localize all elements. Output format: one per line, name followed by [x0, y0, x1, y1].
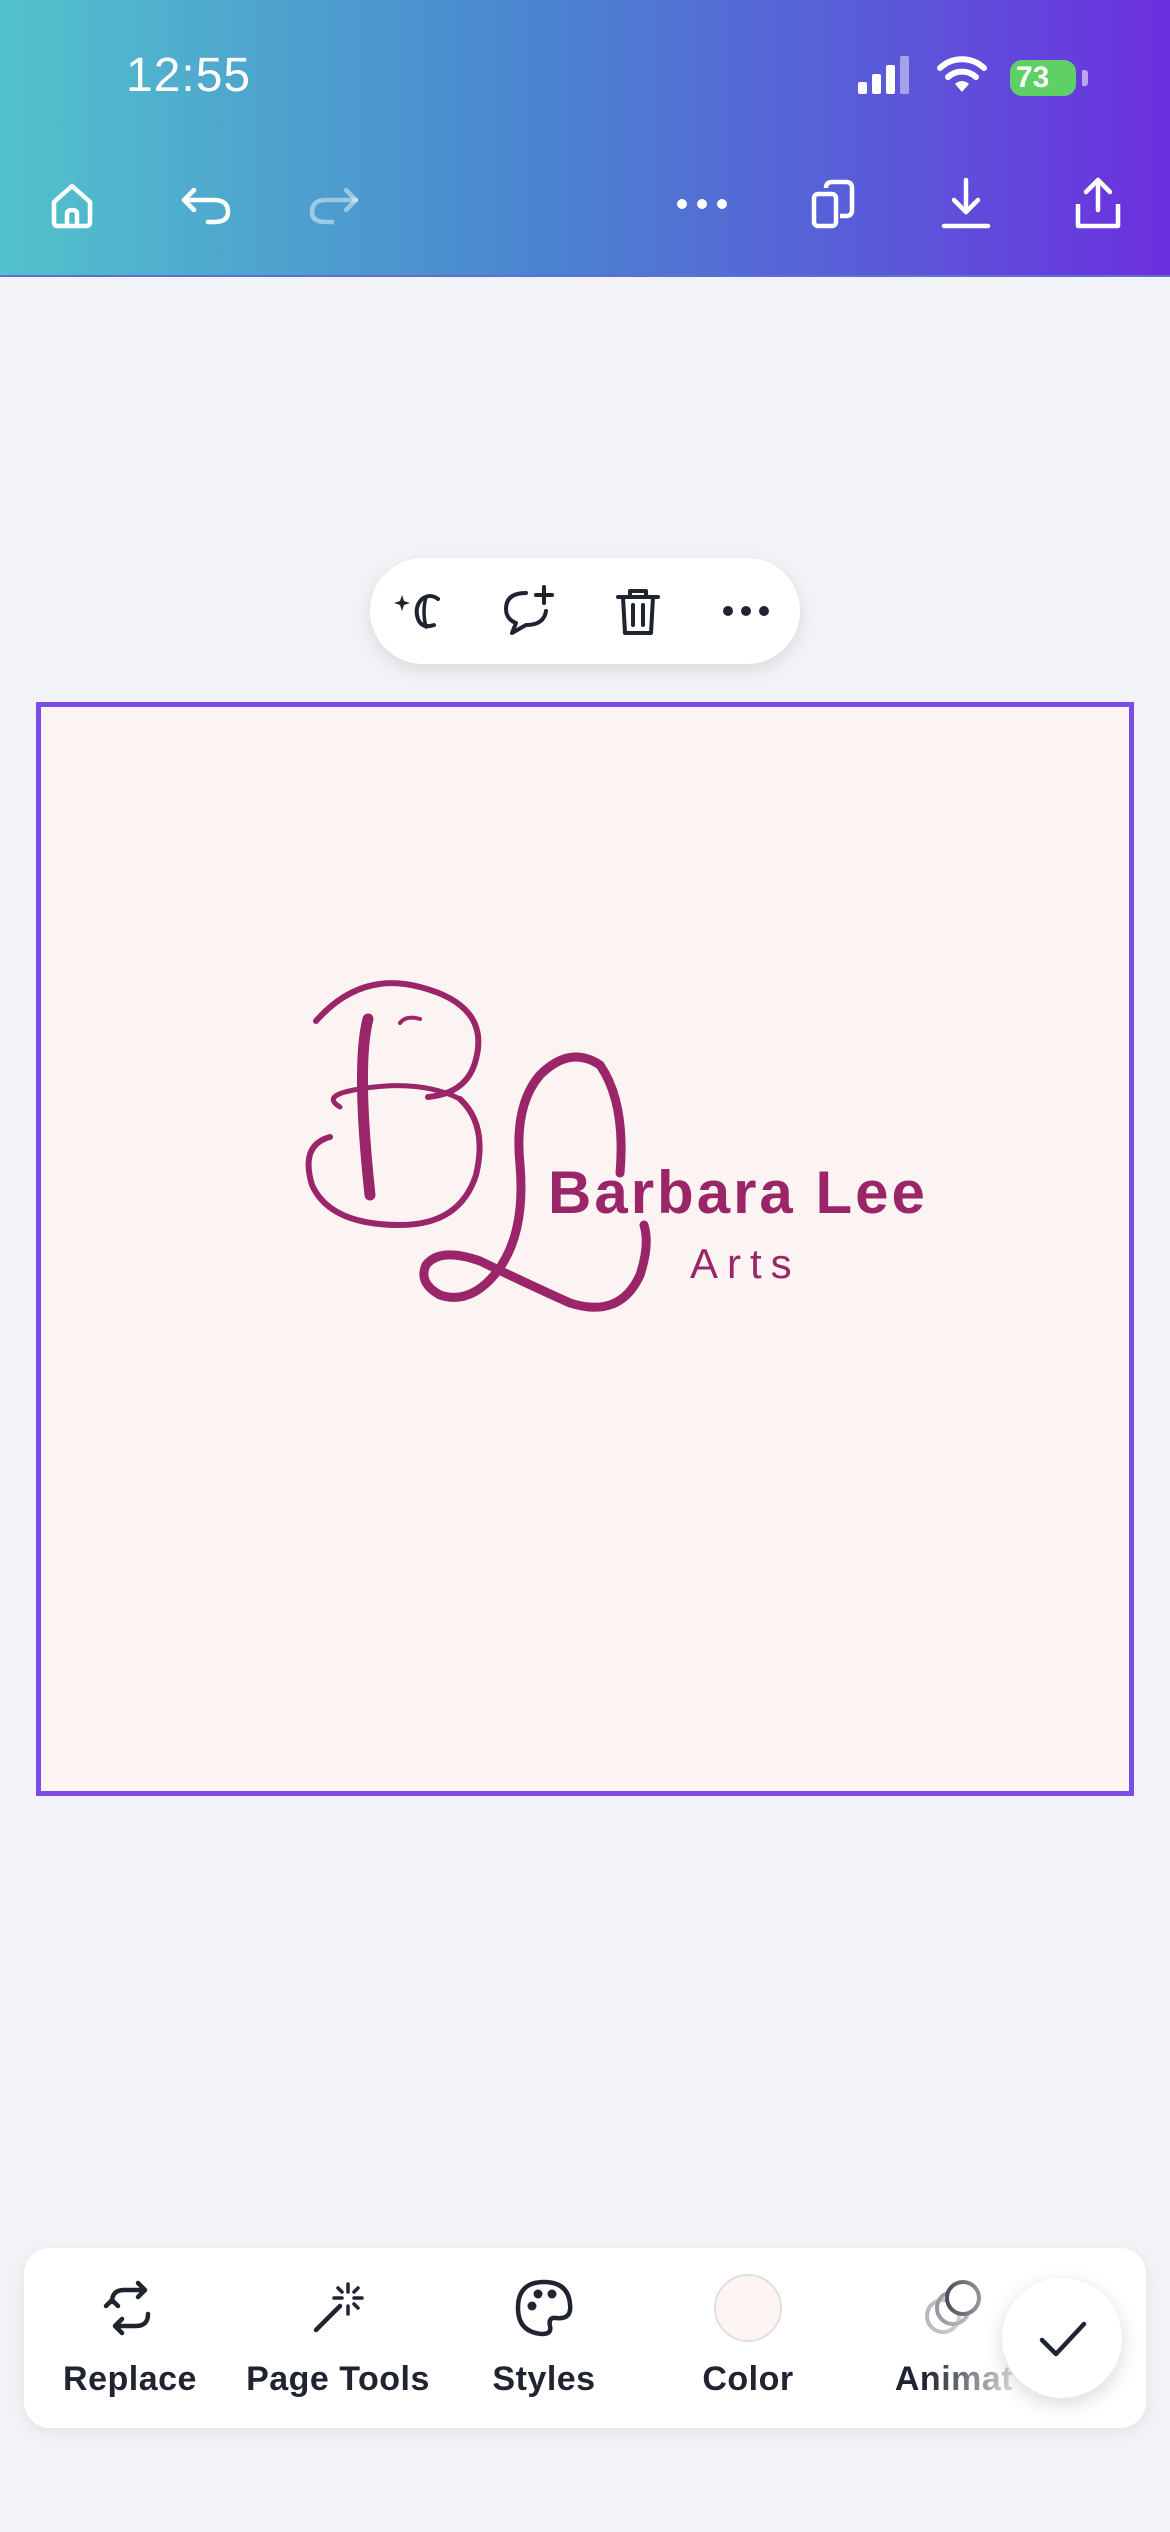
styles-tool[interactable]: Styles: [444, 2248, 644, 2428]
magic-edit-icon: [394, 594, 440, 629]
download-icon: [941, 177, 991, 229]
delete-button[interactable]: [608, 581, 668, 641]
status-time: 12:55: [126, 49, 252, 102]
battery-tip: [1082, 70, 1088, 86]
replace-icon: [95, 2273, 165, 2343]
more-icon: [677, 199, 727, 209]
magic-wand-icon: [303, 2273, 373, 2343]
delete-icon: [616, 589, 660, 635]
brand-name: Barbara Lee: [548, 1159, 928, 1226]
more-icon: [723, 606, 769, 616]
redo-button[interactable]: [298, 168, 370, 240]
checkmark-icon: [1039, 2321, 1087, 2357]
share-icon: [1075, 177, 1121, 229]
element-more-button[interactable]: [716, 581, 776, 641]
undo-button[interactable]: [170, 168, 242, 240]
color-tool[interactable]: Color: [648, 2248, 848, 2428]
add-comment-icon: [504, 585, 554, 635]
top-app-bar: 12:55 73: [0, 0, 1170, 277]
pages-button[interactable]: [798, 168, 870, 240]
done-button[interactable]: [1002, 2278, 1122, 2398]
replace-label: Replace: [63, 2360, 197, 2398]
color-label: Color: [702, 2360, 794, 2398]
share-button[interactable]: [1062, 168, 1134, 240]
magic-edit-button[interactable]: [390, 581, 450, 641]
battery-percent: 73: [1016, 61, 1050, 94]
bottom-tools-bar: Replace Page Tools Styles Color Animat: [24, 2248, 1146, 2428]
more-options-button[interactable]: [666, 168, 738, 240]
redo-icon: [309, 187, 359, 225]
page-tools-tool[interactable]: Page Tools: [238, 2248, 438, 2428]
replace-tool[interactable]: Replace: [30, 2248, 230, 2428]
cellular-signal-icon: [858, 56, 909, 94]
wifi-icon: [937, 56, 987, 92]
palette-icon: [509, 2273, 579, 2343]
home-icon: [51, 183, 93, 229]
page-tools-label: Page Tools: [246, 2360, 430, 2398]
home-button[interactable]: [36, 168, 108, 240]
element-context-toolbar: [370, 558, 800, 664]
styles-label: Styles: [492, 2360, 596, 2398]
undo-icon: [181, 187, 231, 225]
download-button[interactable]: [930, 168, 1002, 240]
add-comment-button[interactable]: [498, 581, 558, 641]
battery-indicator: 73: [1010, 60, 1076, 96]
color-swatch: [713, 2273, 783, 2343]
copy-pages-icon: [811, 179, 855, 229]
brand-subtitle: Arts: [690, 1240, 801, 1287]
